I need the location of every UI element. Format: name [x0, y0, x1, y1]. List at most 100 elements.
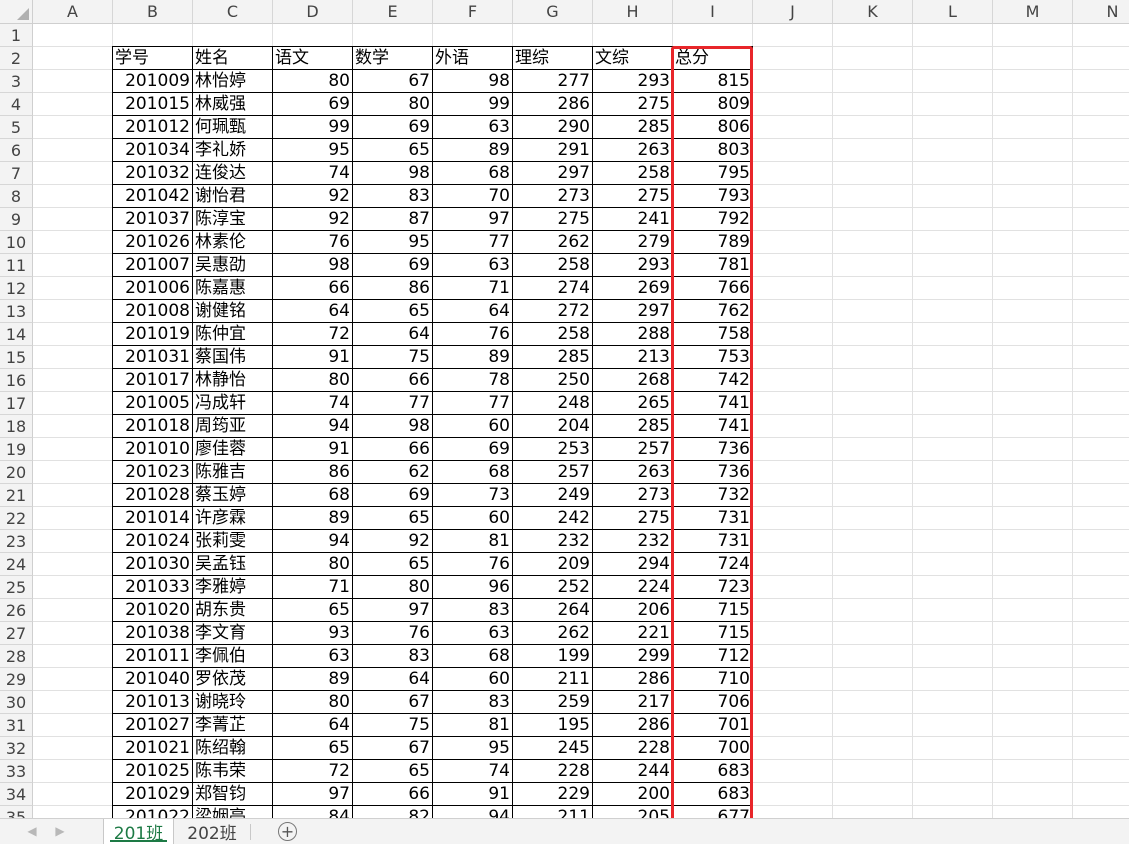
- table-cell[interactable]: 297: [593, 300, 673, 323]
- row-header[interactable]: 1: [0, 24, 33, 47]
- total-score-cell[interactable]: 793: [673, 185, 753, 208]
- row-header[interactable]: 20: [0, 461, 33, 484]
- table-header-cell[interactable]: 外语: [433, 47, 513, 70]
- table-cell[interactable]: 259: [513, 691, 593, 714]
- table-cell[interactable]: 83: [353, 645, 433, 668]
- empty-cell[interactable]: [993, 346, 1073, 369]
- empty-cell[interactable]: [193, 24, 273, 47]
- empty-cell[interactable]: [753, 622, 833, 645]
- table-cell[interactable]: 253: [513, 438, 593, 461]
- empty-cell[interactable]: [33, 783, 113, 806]
- empty-cell[interactable]: [1073, 24, 1129, 47]
- table-cell[interactable]: 林素伦: [193, 231, 273, 254]
- empty-cell[interactable]: [513, 24, 593, 47]
- empty-cell[interactable]: [913, 208, 993, 231]
- total-score-cell[interactable]: 723: [673, 576, 753, 599]
- table-cell[interactable]: 83: [433, 691, 513, 714]
- table-cell[interactable]: 吴孟钰: [193, 553, 273, 576]
- row-header[interactable]: 21: [0, 484, 33, 507]
- table-cell[interactable]: 李雅婷: [193, 576, 273, 599]
- table-cell[interactable]: 272: [513, 300, 593, 323]
- empty-cell[interactable]: [913, 553, 993, 576]
- row-header[interactable]: 17: [0, 392, 33, 415]
- table-cell[interactable]: 275: [593, 185, 673, 208]
- empty-cell[interactable]: [913, 93, 993, 116]
- empty-cell[interactable]: [913, 277, 993, 300]
- row-header[interactable]: 34: [0, 783, 33, 806]
- table-cell[interactable]: 200: [593, 783, 673, 806]
- empty-cell[interactable]: [993, 668, 1073, 691]
- empty-cell[interactable]: [33, 392, 113, 415]
- table-cell[interactable]: 65: [273, 599, 353, 622]
- empty-cell[interactable]: [1073, 553, 1129, 576]
- total-score-cell[interactable]: 815: [673, 70, 753, 93]
- table-cell[interactable]: 201026: [113, 231, 193, 254]
- table-cell[interactable]: 201017: [113, 369, 193, 392]
- empty-cell[interactable]: [833, 645, 913, 668]
- total-score-cell[interactable]: 795: [673, 162, 753, 185]
- add-sheet-button[interactable]: +: [278, 822, 297, 841]
- empty-cell[interactable]: [1073, 47, 1129, 70]
- empty-cell[interactable]: [993, 70, 1073, 93]
- empty-cell[interactable]: [913, 70, 993, 93]
- row-header[interactable]: 14: [0, 323, 33, 346]
- row-header[interactable]: 28: [0, 645, 33, 668]
- table-cell[interactable]: 76: [353, 622, 433, 645]
- empty-cell[interactable]: [833, 277, 913, 300]
- empty-cell[interactable]: [753, 93, 833, 116]
- table-cell[interactable]: 67: [353, 70, 433, 93]
- table-cell[interactable]: 201040: [113, 668, 193, 691]
- empty-cell[interactable]: [33, 438, 113, 461]
- empty-cell[interactable]: [993, 691, 1073, 714]
- empty-cell[interactable]: [833, 346, 913, 369]
- empty-cell[interactable]: [833, 760, 913, 783]
- empty-cell[interactable]: [913, 392, 993, 415]
- table-cell[interactable]: 78: [433, 369, 513, 392]
- table-cell[interactable]: 李菁芷: [193, 714, 273, 737]
- empty-cell[interactable]: [1073, 461, 1129, 484]
- table-cell[interactable]: 228: [513, 760, 593, 783]
- empty-cell[interactable]: [1073, 576, 1129, 599]
- empty-cell[interactable]: [913, 24, 993, 47]
- total-score-cell[interactable]: 683: [673, 760, 753, 783]
- empty-cell[interactable]: [33, 806, 113, 818]
- empty-cell[interactable]: [993, 553, 1073, 576]
- table-cell[interactable]: 201009: [113, 70, 193, 93]
- table-cell[interactable]: 80: [273, 70, 353, 93]
- empty-cell[interactable]: [993, 323, 1073, 346]
- scroll-tabs-left-icon[interactable]: ◀: [24, 823, 40, 839]
- empty-cell[interactable]: [33, 323, 113, 346]
- empty-cell[interactable]: [993, 622, 1073, 645]
- empty-cell[interactable]: [993, 484, 1073, 507]
- table-cell[interactable]: 241: [593, 208, 673, 231]
- table-cell[interactable]: 87: [353, 208, 433, 231]
- table-cell[interactable]: 65: [353, 300, 433, 323]
- table-cell[interactable]: 285: [513, 346, 593, 369]
- row-header[interactable]: 26: [0, 599, 33, 622]
- empty-cell[interactable]: [353, 24, 433, 47]
- empty-cell[interactable]: [833, 24, 913, 47]
- empty-cell[interactable]: [833, 737, 913, 760]
- table-cell[interactable]: 60: [433, 507, 513, 530]
- empty-cell[interactable]: [913, 139, 993, 162]
- table-cell[interactable]: 244: [593, 760, 673, 783]
- empty-cell[interactable]: [993, 254, 1073, 277]
- empty-cell[interactable]: [913, 806, 993, 818]
- empty-cell[interactable]: [913, 760, 993, 783]
- empty-cell[interactable]: [753, 208, 833, 231]
- empty-cell[interactable]: [33, 369, 113, 392]
- table-cell[interactable]: 65: [353, 139, 433, 162]
- empty-cell[interactable]: [753, 323, 833, 346]
- total-score-cell[interactable]: 766: [673, 277, 753, 300]
- table-cell[interactable]: 73: [433, 484, 513, 507]
- empty-cell[interactable]: [833, 438, 913, 461]
- empty-cell[interactable]: [753, 645, 833, 668]
- empty-cell[interactable]: [993, 645, 1073, 668]
- total-score-cell[interactable]: 741: [673, 392, 753, 415]
- table-cell[interactable]: 285: [593, 116, 673, 139]
- row-header[interactable]: 22: [0, 507, 33, 530]
- table-cell[interactable]: 82: [353, 806, 433, 818]
- empty-cell[interactable]: [913, 645, 993, 668]
- empty-cell[interactable]: [913, 576, 993, 599]
- empty-cell[interactable]: [913, 484, 993, 507]
